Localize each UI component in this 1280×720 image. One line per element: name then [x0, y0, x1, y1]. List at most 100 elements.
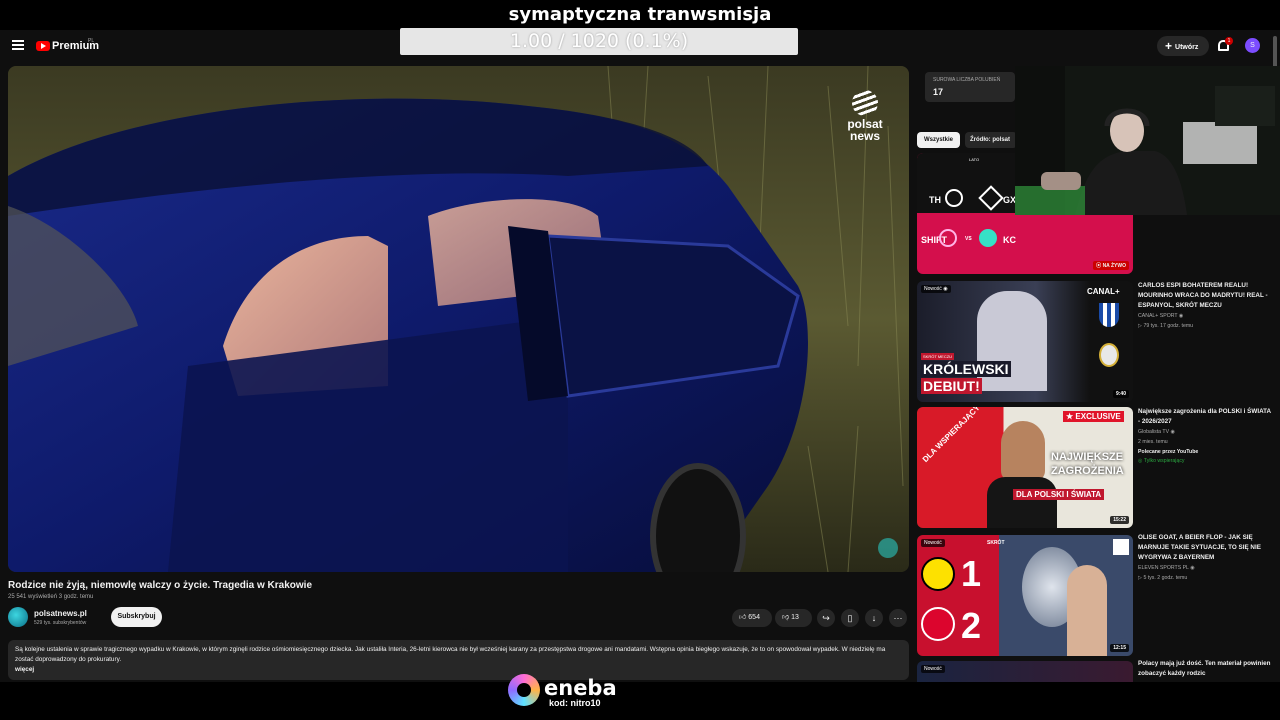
video-duration: 15:22: [1110, 516, 1129, 524]
polsat-logo-icon: [852, 90, 878, 116]
channel-label: ELEVEN SPORTS PL: [1138, 565, 1189, 571]
notification-badge: 1: [1225, 37, 1233, 45]
thumbnail-text: ★ EXCLUSIVE: [1063, 411, 1124, 422]
plus-icon: +: [1165, 39, 1173, 53]
verified-icon: ◉: [1170, 429, 1176, 435]
recommendation-thumbnail[interactable]: DLA WSPIERAJĄCYCH ★ EXCLUSIVE NAJWIĘKSZE…: [917, 407, 1133, 528]
club-crest-icon: [921, 557, 955, 591]
dislike-button[interactable]: 👎︎ 13: [775, 609, 812, 627]
broadcaster-logo-icon: [1113, 539, 1129, 555]
versus-label: VS: [965, 236, 972, 242]
person-figure: [1001, 421, 1045, 481]
thumbnail-text: NAJWIĘKSZE: [1051, 451, 1124, 463]
thumbnail-text: LATO: [969, 157, 980, 162]
recommendation-thumbnail[interactable]: Nowość SKRÓT 1 2 12:15: [917, 535, 1133, 656]
webcam-frame: [1015, 66, 1280, 215]
recommendation-channel[interactable]: ELEVEN SPORTS PL ◉: [1138, 565, 1195, 571]
live-badge-label: NA ŻYWO: [1102, 263, 1126, 269]
members-only-text: Tylko wspierający: [1143, 458, 1185, 464]
recommendation-title[interactable]: CARLOS ESPI BOHATEREM REALU! MOURINHO WR…: [1138, 281, 1273, 311]
thumbnail-text: SKRÓT MECZU: [921, 353, 955, 360]
bookmark-icon[interactable]: ▯: [841, 609, 859, 627]
channel-avatar[interactable]: [8, 607, 28, 627]
video-frame: [8, 66, 909, 572]
thumbnail-text: KRÓLEWSKI: [921, 361, 1011, 377]
recommendation-thumbnail[interactable]: Nowość: [917, 661, 1133, 682]
create-button[interactable]: + Utwórz: [1157, 36, 1209, 56]
new-badge: Nowość: [921, 665, 945, 673]
stream-bottom-bar: [0, 682, 1280, 720]
dislike-count: 13: [791, 614, 799, 621]
donation-goal-text: 1.00 / 1020 (0.1%): [509, 30, 689, 52]
share-icon[interactable]: ↪: [817, 609, 835, 627]
streamer-webcam: [1015, 66, 1280, 215]
recommendation-title[interactable]: Największe zagrożenia dla POLSKI i ŚWIAT…: [1138, 407, 1273, 427]
like-counter-label: SUROWA LICZBA POLUBIEŃ: [933, 77, 1001, 83]
members-only-label: ◎ Tylko wspierający: [1138, 458, 1185, 464]
new-badge: Nowość: [921, 539, 945, 547]
description-more-link[interactable]: więcej: [15, 665, 902, 675]
club-crest-icon: [1099, 343, 1119, 367]
team-label: TH: [929, 195, 941, 205]
chip-all[interactable]: Wszystkie: [917, 132, 960, 148]
recommendation-stats: 2 mies. temu: [1138, 439, 1168, 445]
avatar[interactable]: S: [1245, 38, 1260, 53]
video-duration: 12:15: [1110, 644, 1129, 652]
more-actions-icon[interactable]: ⋯: [889, 609, 907, 627]
create-label: Utwórz: [1175, 44, 1199, 51]
stats-label: 5 tys. 2 godz. temu: [1143, 575, 1188, 581]
like-button[interactable]: 👍︎ 654: [732, 609, 772, 627]
recommendation-thumbnail[interactable]: Nowość ◉ CANAL+ SKRÓT MECZU KRÓLEWSKI DE…: [917, 281, 1133, 402]
stats-label: 79 tys. 17 godz. temu: [1143, 323, 1194, 329]
watermark-line-2: news: [849, 129, 880, 143]
team-logo-icon: [945, 189, 963, 207]
recommendation-stats: ▷ 79 tys. 17 godz. temu: [1138, 323, 1193, 329]
thumbnail-text: DLA WSPIERAJĄCYCH: [920, 407, 990, 465]
video-description[interactable]: Są kolejne ustalenia w sprawie tragiczne…: [8, 640, 909, 680]
team-logo-icon: [939, 229, 957, 247]
sponsor-code: kod: nitro10: [549, 698, 601, 708]
recommendation-title[interactable]: Polacy mają już dość. Ten materiał powin…: [1138, 659, 1273, 679]
sponsor-name: eneba: [544, 676, 617, 700]
new-badge-label: Nowość: [924, 286, 942, 292]
player-figure: [1067, 565, 1107, 656]
youtube-logo-icon[interactable]: [36, 41, 50, 51]
thumbs-up-icon: 👍︎: [739, 614, 747, 621]
score-home: 1: [961, 553, 982, 594]
video-title: Rodzice nie żyją, niemowlę walczy o życi…: [8, 580, 312, 591]
team-logo-icon: [979, 229, 997, 247]
score-away: 2: [961, 605, 982, 646]
recommendation-stats: ▷ 5 tys. 2 godz. temu: [1138, 575, 1187, 581]
youtube-logo-country: PL: [88, 38, 95, 44]
eneba-logo-icon: [508, 674, 540, 706]
recommendation-channel[interactable]: Globalista TV ◉: [1138, 429, 1175, 435]
recommendation-channel[interactable]: CANAL+ SPORT ◉: [1138, 313, 1183, 319]
channel-label: Globalista TV: [1138, 429, 1170, 435]
recommendation-title[interactable]: OLISE GOAT, A BEIER FLOP - JAK SIĘ MARNU…: [1138, 533, 1273, 563]
new-badge: Nowość ◉: [921, 285, 951, 293]
thumbnail-text: DEBIUT!: [921, 378, 982, 394]
channel-subscribers: 529 tys. subskrybentów: [34, 620, 87, 626]
polsat-news-watermark: polsat news: [840, 90, 890, 146]
hamburger-menu-icon[interactable]: [12, 40, 24, 50]
verified-icon: ◉: [1190, 565, 1195, 571]
recommended-by-label: Polecane przez YouTube: [1138, 449, 1199, 455]
thumbnail-text: ZAGROŻENIA: [1051, 465, 1124, 477]
description-text: Są kolejne ustalenia w sprawie tragiczne…: [15, 646, 886, 663]
like-counter-value: 17: [933, 87, 944, 97]
stream-title: symaptyczna tranwsmisja: [508, 4, 772, 25]
thumbs-down-icon: 👎︎: [782, 614, 790, 621]
thumbnail-text: SKRÓT: [987, 540, 1005, 546]
video-duration: 9:40: [1112, 390, 1129, 398]
channel-label: CANAL+ SPORT: [1138, 313, 1178, 319]
verified-icon: ◉: [943, 286, 948, 292]
live-badge: ⦿ NA ŻYWO: [1093, 261, 1129, 270]
download-icon[interactable]: ↓: [865, 609, 883, 627]
chip-source[interactable]: Źródło: polsat: [965, 132, 1017, 148]
channel-name[interactable]: polsatnews.pl: [34, 609, 87, 618]
subscribe-button[interactable]: Subskrybuj: [111, 607, 162, 627]
verified-icon: ◉: [1178, 313, 1184, 319]
video-player[interactable]: [8, 66, 909, 572]
thumbnail-text: DLA POLSKI I ŚWIATA: [1013, 489, 1105, 500]
thumbnail-text: CANAL+: [1087, 287, 1120, 296]
